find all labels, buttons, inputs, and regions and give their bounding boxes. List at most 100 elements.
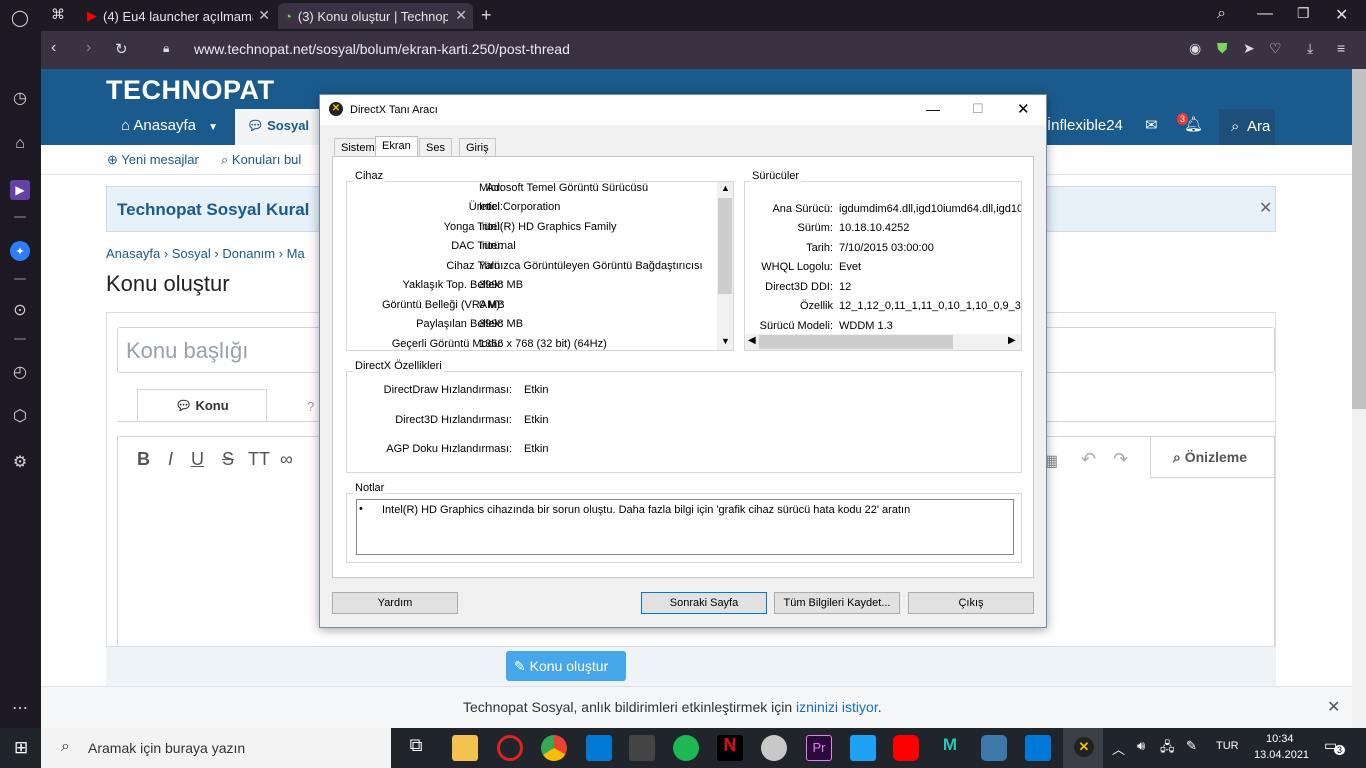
save-all-button[interactable]: Tüm Bilgileri Kaydet... xyxy=(774,592,900,614)
scrollbar-thumb[interactable] xyxy=(759,335,953,349)
find-threads-link[interactable]: ⌕ Konuları bul xyxy=(221,152,301,168)
next-page-button[interactable]: Sonraki Sayfa xyxy=(641,592,767,614)
volume-icon[interactable]: 🔊︎ xyxy=(1137,738,1145,754)
italic-icon[interactable]: I xyxy=(168,449,173,469)
preview-button[interactable]: ⌕ Önizleme xyxy=(1150,436,1275,478)
language-indicator[interactable]: TUR xyxy=(1216,740,1239,752)
twitch-icon[interactable]: ▶ xyxy=(10,180,30,200)
tab-ekran[interactable]: Ekran xyxy=(375,136,418,157)
undo-icon[interactable]: ↶ xyxy=(1081,449,1096,470)
driver-hscrollbar[interactable]: ◀ ▶ xyxy=(745,334,1021,350)
shield-icon[interactable]: ⛊ xyxy=(1217,40,1228,57)
network-icon[interactable]: 🖧 xyxy=(1160,738,1175,760)
tab-youtube[interactable]: ▶ (4) Eu4 launcher açılmama ✕ xyxy=(81,3,276,29)
back-icon[interactable]: ‹ xyxy=(51,39,56,57)
strikethrough-icon[interactable]: S xyxy=(222,449,234,469)
search-button[interactable]: ⌕ Ara xyxy=(1219,109,1275,145)
exit-button[interactable]: Çıkış xyxy=(908,592,1034,614)
taskbar-search[interactable]: ⌕ Aramak için buraya yazın xyxy=(41,728,391,768)
clock-date[interactable]: 13.04.2021 xyxy=(1254,749,1309,761)
netflix-icon[interactable]: N xyxy=(717,735,743,761)
scrollbar-thumb[interactable] xyxy=(1352,69,1366,409)
help-icon[interactable]: ? xyxy=(307,399,314,414)
mail-icon[interactable]: ✉ xyxy=(1145,116,1158,134)
minimize-icon[interactable]: — xyxy=(926,101,940,117)
close-icon[interactable]: ✕ xyxy=(258,7,270,24)
file-explorer-icon[interactable] xyxy=(452,735,478,761)
mail-app-icon[interactable] xyxy=(586,735,612,761)
more-icon[interactable]: ⋯ xyxy=(10,698,30,718)
tab-giris[interactable]: Giriş xyxy=(459,138,496,156)
minimize-icon[interactable]: — xyxy=(1257,5,1273,23)
scrollbar-thumb[interactable] xyxy=(718,198,732,294)
push-link[interactable]: izninizi istiyor xyxy=(796,699,878,715)
new-messages-link[interactable]: ⊕ Yeni mesajlar xyxy=(107,152,199,168)
url-field[interactable]: www.technopat.net/sosyal/bolum/ekran-kar… xyxy=(194,41,570,57)
history-icon[interactable]: ◴ xyxy=(10,362,30,382)
send-icon[interactable]: ➤ xyxy=(1243,40,1255,57)
camera-icon[interactable]: ◉ xyxy=(1189,40,1201,57)
app-icon[interactable] xyxy=(761,735,787,761)
tab-technopat[interactable]: ◔ (3) Konu oluştur | Technopa ✕ xyxy=(278,3,473,29)
scroll-up-icon[interactable]: ▲ xyxy=(721,183,730,193)
tab-ses[interactable]: Ses xyxy=(419,138,452,156)
youtube-app-icon[interactable] xyxy=(893,735,919,761)
menu-icon[interactable]: ≡ xyxy=(1337,40,1345,56)
twitter-icon[interactable] xyxy=(850,735,876,761)
opera-icon[interactable] xyxy=(497,735,523,761)
submit-thread-button[interactable]: ✎ Konu oluştur xyxy=(506,651,626,681)
task-view-icon[interactable]: ⧉ xyxy=(403,735,429,761)
site-logo[interactable]: TECHNOPAT xyxy=(106,75,275,106)
reload-icon[interactable]: ↻ xyxy=(115,40,128,58)
new-tab-icon[interactable]: + xyxy=(481,5,492,26)
breadcrumb-item[interactable]: Donanım xyxy=(222,246,275,261)
close-icon[interactable]: ✕ xyxy=(1327,697,1340,717)
underline-icon[interactable]: U xyxy=(191,449,204,469)
dxdiag-task-icon[interactable]: ✕ xyxy=(1063,728,1103,768)
premiere-icon[interactable]: Pr xyxy=(806,735,832,761)
windows-start-icon[interactable]: ⊞ xyxy=(14,738,28,758)
settings-icon[interactable]: ⚙ xyxy=(10,452,30,472)
messenger-icon[interactable]: ✦ xyxy=(10,241,30,261)
help-button[interactable]: Yardım xyxy=(332,592,458,614)
clock-time[interactable]: 10:34 xyxy=(1266,733,1294,745)
user-menu[interactable]: İnflexible24 xyxy=(1047,117,1123,134)
player-icon[interactable]: ⊙ xyxy=(10,300,30,320)
driver-list[interactable]: Ana Sürücü: igdumdim64.dll,igd10iumd64.dl… xyxy=(745,182,1021,350)
breadcrumb-item[interactable]: Ma xyxy=(287,246,305,261)
download-icon[interactable]: ⤓ xyxy=(1307,40,1313,57)
breadcrumb-item[interactable]: Anasayfa xyxy=(106,246,160,261)
restore-icon[interactable]: ❐ xyxy=(1297,5,1310,22)
maximize-icon[interactable]: ☐ xyxy=(972,101,984,117)
store-icon[interactable] xyxy=(629,735,655,761)
speed-dial-icon[interactable]: ◷ xyxy=(10,88,30,108)
close-icon[interactable]: ✕ xyxy=(1259,198,1272,218)
scroll-left-icon[interactable]: ◀ xyxy=(748,335,756,346)
vscode-icon[interactable] xyxy=(1025,735,1051,761)
text-size-icon[interactable]: TT xyxy=(248,449,270,469)
scroll-down-icon[interactable]: ▼ xyxy=(721,336,730,346)
app-icon[interactable]: M xyxy=(937,735,963,761)
close-icon[interactable]: ✕ xyxy=(1017,100,1030,118)
forward-icon[interactable]: › xyxy=(86,39,91,57)
close-window-icon[interactable]: ✕ xyxy=(1335,5,1348,25)
search-tabs-icon[interactable]: ⌕ xyxy=(1217,5,1226,23)
chrome-icon[interactable] xyxy=(541,735,567,761)
link-icon[interactable]: ∞ xyxy=(280,449,293,469)
device-list[interactable]: Ad: Microsoft Temel Görüntü Sürücüsü Üret… xyxy=(347,182,733,350)
pen-icon[interactable]: ✎ xyxy=(1186,738,1197,754)
redo-icon[interactable]: ↷ xyxy=(1113,449,1128,470)
spotify-icon[interactable] xyxy=(673,735,699,761)
tray-up-icon[interactable]: ︿ xyxy=(1112,739,1125,758)
device-scrollbar[interactable]: ▲ ▼ xyxy=(717,182,733,350)
page-scrollbar[interactable] xyxy=(1352,69,1366,728)
close-icon[interactable]: ✕ xyxy=(455,7,467,24)
gamepad-icon[interactable]: ⌘ xyxy=(51,6,65,23)
scroll-right-icon[interactable]: ▶ xyxy=(1008,335,1016,346)
bold-icon[interactable]: B xyxy=(137,449,150,469)
nav-home[interactable]: ⌂ Anasayfa ▼ xyxy=(121,117,218,134)
extensions-icon[interactable]: ⬡ xyxy=(10,406,30,426)
tab-konu[interactable]: 💬︎ Konu xyxy=(137,389,267,422)
opera-logo-icon[interactable]: ◯ xyxy=(10,8,30,28)
breadcrumb-item[interactable]: Sosyal xyxy=(172,246,211,261)
